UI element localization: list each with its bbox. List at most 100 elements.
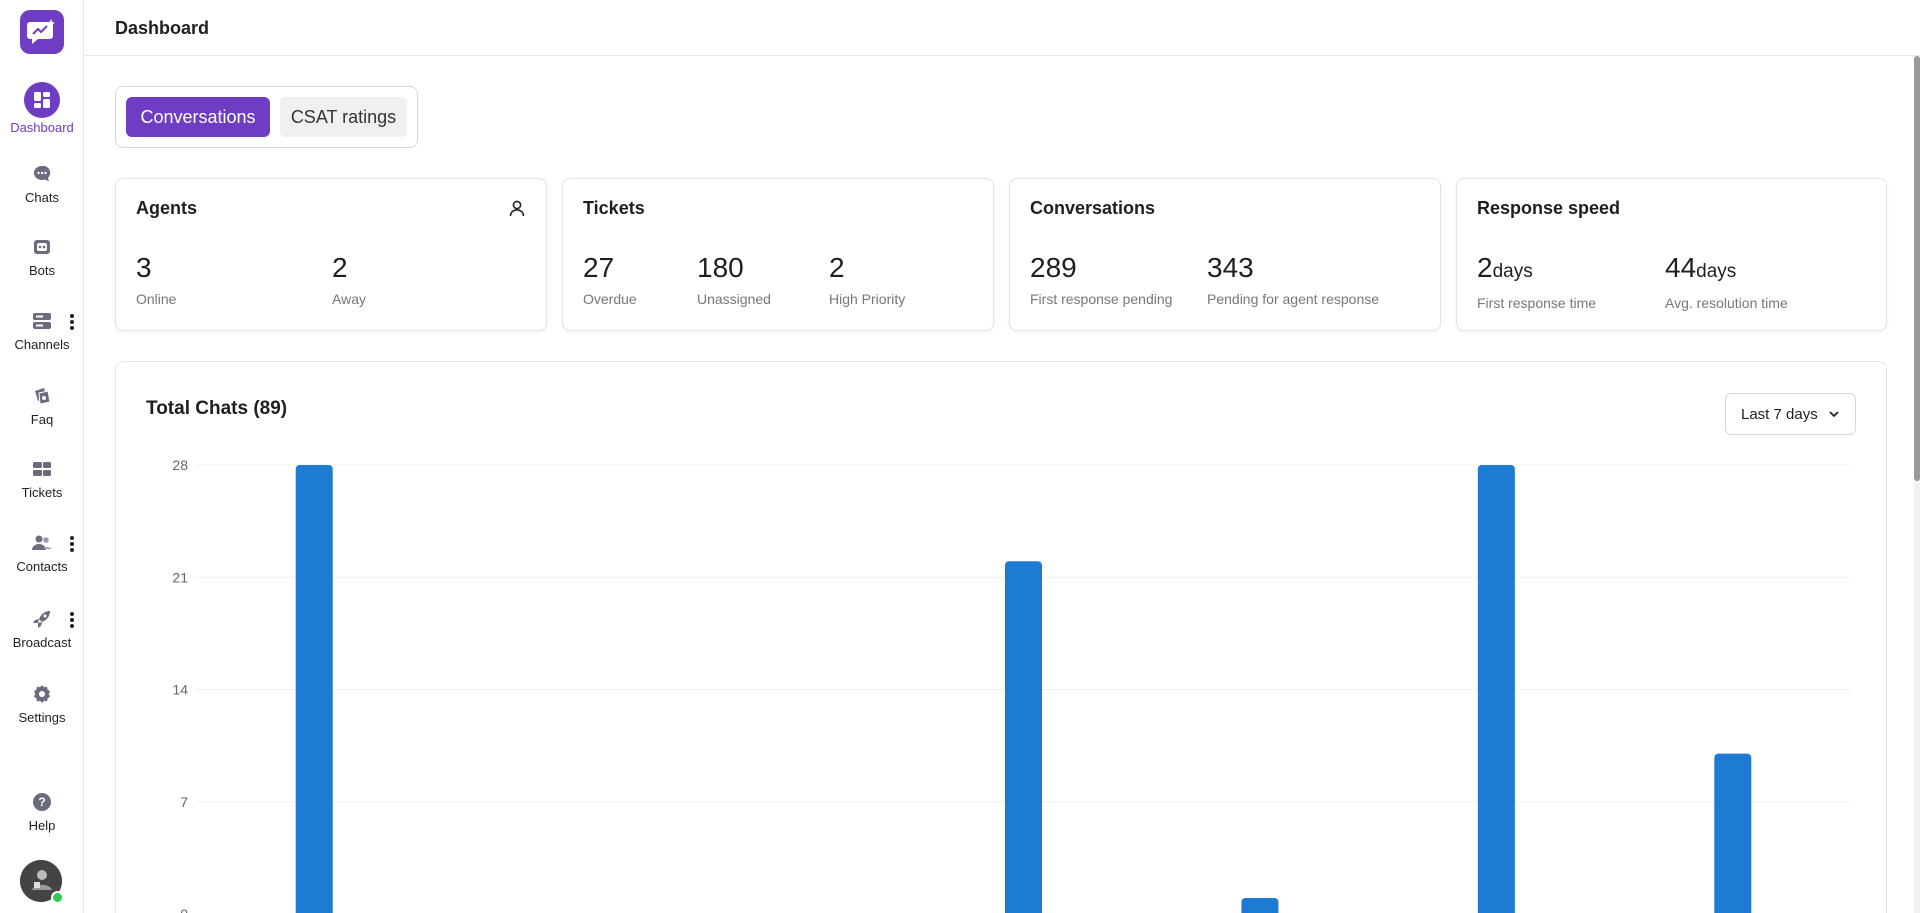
stat-label: Overdue bbox=[583, 291, 637, 307]
sidebar-item-label: Dashboard bbox=[10, 120, 74, 135]
chevron-down-icon bbox=[1829, 411, 1839, 418]
y-tick-label: 21 bbox=[172, 569, 188, 585]
sidebar-item-faq[interactable]: Faq bbox=[0, 385, 84, 427]
help-icon: ? bbox=[33, 793, 51, 811]
conversations-card: Conversations 289 First response pending… bbox=[1009, 178, 1441, 331]
sidebar-item-label: Contacts bbox=[16, 559, 68, 574]
page-title: Dashboard bbox=[115, 18, 210, 38]
stat-value-row: 2days bbox=[1477, 251, 1596, 289]
date-range-value: Last 7 days bbox=[1741, 405, 1818, 423]
sidebar-item-label: Bots bbox=[28, 263, 55, 278]
faq-icon bbox=[35, 388, 51, 405]
more-options-icon[interactable] bbox=[70, 536, 74, 552]
card-title: Agents bbox=[136, 198, 198, 218]
sidebar-item-tickets[interactable]: Tickets bbox=[0, 458, 84, 500]
stat-value: 343 bbox=[1207, 252, 1254, 283]
svg-text:?: ? bbox=[38, 795, 45, 809]
stat-pending-agent-response: 343 Pending for agent response bbox=[1207, 251, 1379, 307]
stat-online: 3 Online bbox=[136, 251, 176, 307]
sidebar-item-label: Channels bbox=[14, 337, 70, 352]
total-chats-chart: 0 7 14 21 28 bbox=[172, 457, 1851, 913]
sidebar-item-dashboard[interactable]: Dashboard bbox=[0, 82, 84, 135]
total-chats-card: 0 7 14 21 28 Total Chats (89) Last 7 days bbox=[115, 361, 1887, 913]
stat-value-row: 44days bbox=[1665, 251, 1788, 289]
sidebar-item-settings[interactable]: Settings bbox=[0, 683, 84, 725]
date-range-select[interactable]: Last 7 days bbox=[1725, 393, 1856, 435]
sidebar-item-label: Help bbox=[28, 818, 56, 833]
stat-label: Away bbox=[332, 291, 366, 307]
y-tick-label: 0 bbox=[180, 906, 188, 913]
dashboard-tabs: Conversations CSAT ratings bbox=[115, 86, 418, 148]
stat-value: 2 bbox=[332, 252, 348, 283]
sidebar-item-broadcast[interactable]: Broadcast bbox=[0, 608, 84, 650]
stat-avg-resolution-time: 44days Avg. resolution time bbox=[1665, 251, 1788, 311]
stat-label: First response time bbox=[1477, 295, 1597, 311]
sidebar: Dashboard Chats Bots Channels Faq Ticket… bbox=[0, 0, 84, 913]
stat-label: Unassigned bbox=[697, 291, 771, 307]
more-options-icon[interactable] bbox=[70, 612, 74, 628]
stat-unit: days bbox=[1492, 261, 1533, 282]
y-tick-label: 28 bbox=[172, 457, 188, 473]
sidebar-item-label: Settings bbox=[18, 710, 66, 725]
app-logo[interactable] bbox=[20, 10, 64, 54]
person-icon bbox=[509, 200, 525, 217]
header-bar: Dashboard bbox=[85, 0, 1920, 56]
stat-value: 180 bbox=[697, 252, 744, 283]
logo-icon bbox=[27, 19, 55, 44]
stat-unassigned: 180 Unassigned bbox=[697, 251, 771, 307]
stat-value: 2 bbox=[829, 252, 845, 283]
ticket-icon bbox=[33, 462, 51, 476]
stat-high-priority: 2 High Priority bbox=[829, 251, 905, 307]
stat-value: 44 bbox=[1665, 252, 1697, 283]
card-title: Response speed bbox=[1477, 198, 1621, 218]
sidebar-item-bots[interactable]: Bots bbox=[0, 236, 84, 278]
more-options-icon[interactable] bbox=[70, 314, 74, 330]
stat-label: Online bbox=[136, 291, 177, 307]
tickets-card: Tickets 27 Overdue 180 Unassigned 2 High… bbox=[562, 178, 994, 331]
card-title: Conversations bbox=[1030, 198, 1156, 218]
sidebar-item-contacts[interactable]: Contacts bbox=[0, 532, 84, 574]
chart-bar[interactable] bbox=[1714, 753, 1752, 913]
agents-card: Agents 3 Online 2 Away bbox=[115, 178, 547, 331]
stat-label: Avg. resolution time bbox=[1665, 295, 1788, 311]
stat-label: Pending for agent response bbox=[1207, 291, 1380, 307]
chart-bar[interactable] bbox=[1005, 561, 1042, 913]
sidebar-item-channels[interactable]: Channels bbox=[0, 310, 84, 352]
chart-bar[interactable] bbox=[1477, 465, 1515, 913]
response-speed-card: Response speed 2days First response time… bbox=[1456, 178, 1887, 331]
sidebar-item-label: Tickets bbox=[21, 485, 63, 500]
sidebar-item-help[interactable]: ? Help bbox=[0, 791, 84, 833]
tab-conversations[interactable]: Conversations bbox=[126, 97, 270, 137]
stat-first-response-time: 2days First response time bbox=[1477, 251, 1596, 311]
card-title: Tickets bbox=[583, 198, 645, 218]
sidebar-item-label: Faq bbox=[30, 412, 54, 427]
bot-icon bbox=[34, 240, 50, 254]
chart-bar[interactable] bbox=[295, 465, 333, 913]
stat-label: First response pending bbox=[1030, 291, 1173, 307]
user-avatar[interactable] bbox=[20, 860, 64, 904]
channels-icon bbox=[33, 313, 51, 329]
y-tick-label: 7 bbox=[180, 794, 188, 810]
stat-value: 27 bbox=[583, 252, 615, 283]
dashboard-icon bbox=[24, 82, 60, 118]
stat-value: 3 bbox=[136, 252, 152, 283]
stat-label: High Priority bbox=[829, 291, 906, 307]
online-status-dot bbox=[51, 891, 64, 904]
stat-first-response-pending: 289 First response pending bbox=[1030, 251, 1172, 307]
stat-away: 2 Away bbox=[332, 251, 366, 307]
chart-bar[interactable] bbox=[1241, 897, 1279, 913]
tab-csat-ratings[interactable]: CSAT ratings bbox=[280, 97, 407, 137]
chat-icon bbox=[34, 165, 51, 182]
chart-title: Total Chats (89) bbox=[146, 398, 288, 419]
gear-icon bbox=[34, 685, 50, 703]
sidebar-item-chats[interactable]: Chats bbox=[0, 163, 84, 205]
page-scrollbar[interactable] bbox=[1914, 56, 1920, 913]
stat-value: 2 bbox=[1477, 252, 1493, 283]
scrollbar-thumb[interactable] bbox=[1914, 56, 1920, 481]
sidebar-item-label: Broadcast bbox=[12, 635, 72, 650]
y-tick-label: 14 bbox=[172, 682, 188, 698]
rocket-icon bbox=[33, 611, 50, 628]
stat-unit: days bbox=[1696, 261, 1737, 282]
sidebar-item-label: Chats bbox=[25, 190, 59, 205]
stat-value: 289 bbox=[1030, 252, 1077, 283]
